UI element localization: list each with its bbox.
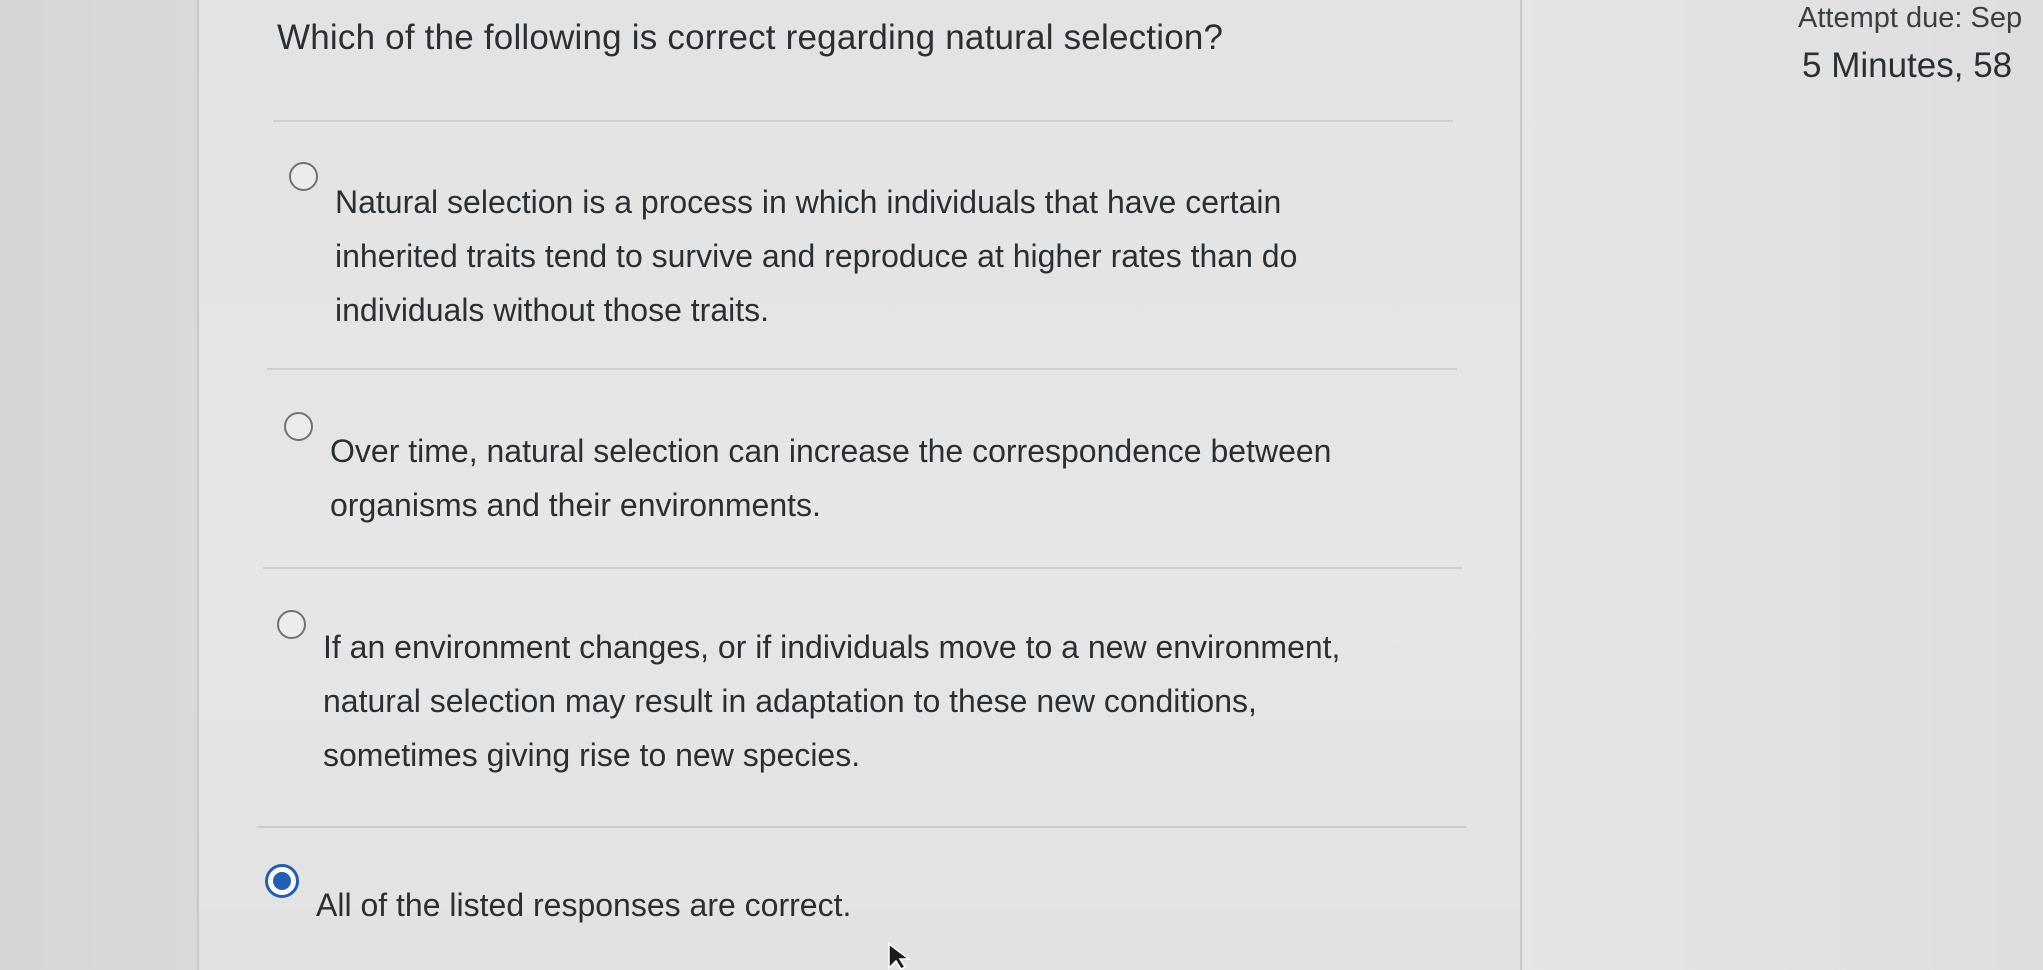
answer-4-line-1: All of the listed responses are correct. xyxy=(316,887,852,923)
answer-2-text[interactable]: Over time, natural selection can increas… xyxy=(330,424,1331,532)
answer-divider-1 xyxy=(267,368,1457,370)
quiz-question-panel: Which of the following is correct regard… xyxy=(197,0,1522,970)
answer-3-line-3: sometimes giving rise to new species. xyxy=(323,737,861,773)
radio-button-4-selected[interactable] xyxy=(265,864,299,898)
radio-button-1[interactable] xyxy=(289,162,318,191)
attempt-due-label: Attempt due: Sep xyxy=(1798,2,2023,34)
answer-2-line-2: organisms and their environments. xyxy=(330,487,821,523)
answer-divider-2 xyxy=(263,567,1463,569)
time-remaining-label: 5 Minutes, 58 xyxy=(1802,46,2013,85)
radio-button-3[interactable] xyxy=(277,610,306,639)
answer-3-line-2: natural selection may result in adaptati… xyxy=(323,683,1257,719)
answer-1-line-2: inherited traits tend to survive and rep… xyxy=(335,238,1298,274)
answer-3-text[interactable]: If an environment changes, or if individ… xyxy=(323,620,1340,782)
answer-3-line-1: If an environment changes, or if individ… xyxy=(323,629,1341,665)
radio-button-2[interactable] xyxy=(284,412,313,441)
question-divider xyxy=(273,120,1453,122)
answer-2-line-1: Over time, natural selection can increas… xyxy=(330,433,1332,469)
question-text: Which of the following is correct regard… xyxy=(277,18,1224,57)
answer-4-text[interactable]: All of the listed responses are correct. xyxy=(316,878,851,932)
answer-1-text[interactable]: Natural selection is a process in which … xyxy=(335,175,1297,337)
answer-1-line-3: individuals without those traits. xyxy=(335,292,769,328)
answer-divider-3 xyxy=(257,826,1467,828)
answer-1-line-1: Natural selection is a process in which … xyxy=(335,184,1282,220)
